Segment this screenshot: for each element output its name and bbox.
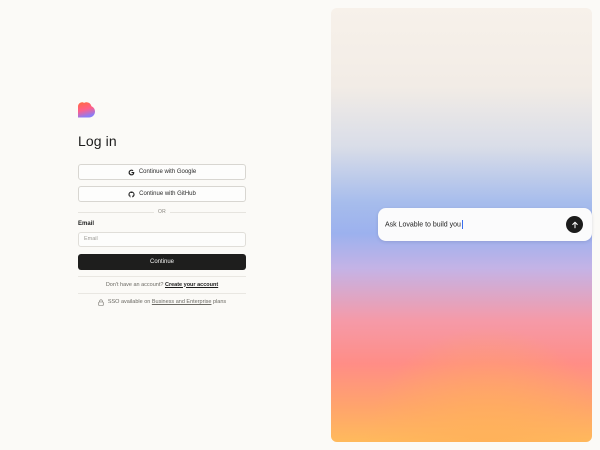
email-label: Email (78, 221, 95, 227)
sso-notice: SSO available on Business and Enterprise… (78, 299, 246, 306)
email-field[interactable] (78, 231, 246, 247)
continue-with-google-button[interactable]: Continue with Google (78, 164, 246, 180)
signup-prompt: Don't have an account? Create your accou… (78, 282, 246, 288)
business-enterprise-link[interactable]: Business and Enterprise (152, 299, 212, 305)
continue-with-github-button[interactable]: Continue with GitHub (78, 186, 246, 202)
create-account-link[interactable]: Create your account (165, 282, 218, 288)
divider-line (78, 292, 246, 294)
github-icon (128, 190, 135, 197)
sso-suffix: plans (213, 299, 227, 305)
signup-prompt-text: Don't have an account? (105, 281, 164, 288)
login-panel: Log in Continue with Google Continue wit… (78, 100, 246, 306)
google-icon (128, 169, 135, 175)
prompt-text: Ask Lovable to build you (385, 220, 463, 229)
lock-icon (98, 299, 104, 306)
prompt-input[interactable]: Ask Lovable to build you (378, 208, 592, 241)
lovable-heart-logo (78, 102, 95, 118)
or-divider: OR (78, 207, 246, 217)
arrow-up-icon (571, 221, 578, 228)
or-divider-text: OR (153, 209, 171, 215)
continue-button[interactable]: Continue (78, 253, 246, 270)
text-caret (461, 220, 463, 229)
sso-prefix: SSO available on (107, 299, 151, 305)
divider-line (78, 275, 246, 277)
login-page: Log in Continue with Google Continue wit… (0, 0, 600, 450)
send-button[interactable] (566, 216, 583, 233)
google-button-label: Continue with Google (138, 169, 197, 175)
page-title: Log in (78, 133, 117, 149)
github-button-label: Continue with GitHub (139, 191, 196, 197)
